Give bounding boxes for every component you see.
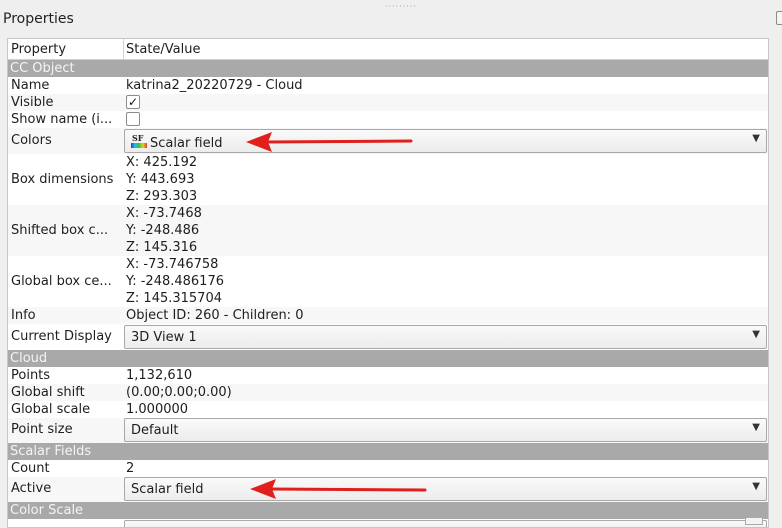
current-display-dropdown[interactable]: 3D View 1 ▼: [124, 325, 767, 349]
global-scale-label: Global scale: [11, 402, 91, 417]
row-name: Name katrina2_20220729 - Cloud: [8, 77, 768, 94]
name-value[interactable]: katrina2_20220729 - Cloud: [126, 78, 303, 93]
section-color-scale: Color Scale: [8, 502, 768, 519]
row-count: Count 2: [8, 460, 768, 477]
row-visible: Visible ✓: [8, 94, 768, 111]
value-column-header[interactable]: State/Value: [126, 42, 201, 57]
points-value: 1,132,610: [126, 368, 193, 383]
row-global-box-center: Global box ce... X: -73.746758 Y: -248.4…: [8, 256, 768, 307]
row-shifted-box-center: Shifted box c... X: -73.7468 Y: -248.486…: [8, 205, 768, 256]
row-box-dimensions: Box dimensions X: 425.192 Y: 443.693 Z: …: [8, 154, 768, 205]
current-display-label: Current Display: [11, 329, 112, 344]
chevron-down-icon: ▼: [752, 329, 760, 340]
global-box-z: Z: 145.315704: [126, 291, 222, 306]
global-shift-label: Global shift: [11, 385, 85, 400]
chevron-down-icon: ▼: [752, 422, 760, 433]
column-divider[interactable]: [123, 39, 124, 60]
point-size-label: Point size: [11, 422, 73, 437]
active-label: Active: [11, 481, 52, 496]
box-dimensions-label: Box dimensions: [11, 172, 114, 187]
visible-label: Visible: [11, 95, 54, 110]
row-points: Points 1,132,610: [8, 367, 768, 384]
scalar-field-icon: SF: [131, 133, 148, 149]
shifted-box-z: Z: 145.316: [126, 240, 198, 255]
row-info: Info Object ID: 260 - Children: 0: [8, 307, 768, 324]
dock-grip[interactable]: ·········: [385, 2, 417, 11]
row-point-size: Point size Default ▼: [8, 418, 768, 443]
global-shift-value: (0.00;0.00;0.00): [126, 385, 232, 400]
color-scale-dropdown[interactable]: [124, 520, 767, 527]
chevron-down-icon: ▼: [752, 481, 760, 492]
box-dimensions-x: X: 425.192: [126, 155, 198, 170]
chevron-down-icon: ▼: [752, 133, 760, 144]
info-value: Object ID: 260 - Children: 0: [126, 308, 304, 323]
dock-float-button[interactable]: [776, 11, 782, 25]
panel-title: Properties: [3, 11, 74, 27]
box-dimensions-z: Z: 293.303: [126, 189, 198, 204]
global-box-x: X: -73.746758: [126, 257, 219, 272]
section-scalar-fields: Scalar Fields: [8, 443, 768, 460]
active-scalar-field-dropdown[interactable]: Scalar field ▼: [124, 477, 767, 501]
colors-label: Colors: [11, 133, 52, 148]
annotation-arrow-colors: [246, 132, 413, 152]
row-current-display: Current Display 3D View 1 ▼: [8, 324, 768, 350]
current-display-value: 3D View 1: [131, 330, 197, 345]
annotation-arrow-active: [250, 479, 427, 499]
section-cc-object: CC Object: [8, 60, 768, 77]
global-scale-value: 1.000000: [126, 402, 189, 417]
properties-table: Property State/Value CC Object Name katr…: [7, 38, 769, 528]
show-name-checkbox[interactable]: [126, 112, 140, 126]
shifted-box-label: Shifted box c...: [11, 223, 109, 238]
count-value: 2: [126, 461, 135, 476]
colors-dropdown-value: Scalar field: [150, 136, 223, 151]
box-dimensions-y: Y: 443.693: [126, 172, 195, 187]
row-global-scale: Global scale 1.000000: [8, 401, 768, 418]
info-label: Info: [11, 308, 36, 323]
row-show-name: Show name (i...: [8, 111, 768, 128]
point-size-value: Default: [131, 423, 179, 438]
table-header: Property State/Value: [8, 39, 768, 60]
scrollbar-stub[interactable]: [745, 517, 763, 525]
row-global-shift: Global shift (0.00;0.00;0.00): [8, 384, 768, 401]
points-label: Points: [11, 368, 51, 383]
property-column-header[interactable]: Property: [11, 42, 66, 57]
shifted-box-y: Y: -248.486: [126, 223, 200, 238]
point-size-dropdown[interactable]: Default ▼: [124, 418, 767, 442]
shifted-box-x: X: -73.7468: [126, 206, 202, 221]
colors-dropdown[interactable]: SF Scalar field ▼: [124, 129, 767, 153]
active-value: Scalar field: [131, 482, 204, 497]
name-label: Name: [11, 78, 50, 93]
visible-checkbox[interactable]: ✓: [126, 95, 140, 109]
section-cloud: Cloud: [8, 350, 768, 367]
count-label: Count: [11, 461, 50, 476]
global-box-y: Y: -248.486176: [126, 274, 224, 289]
global-box-label: Global box ce...: [11, 274, 112, 289]
show-name-label: Show name (i...: [11, 112, 113, 127]
row-color-scale-partial: [8, 519, 768, 527]
